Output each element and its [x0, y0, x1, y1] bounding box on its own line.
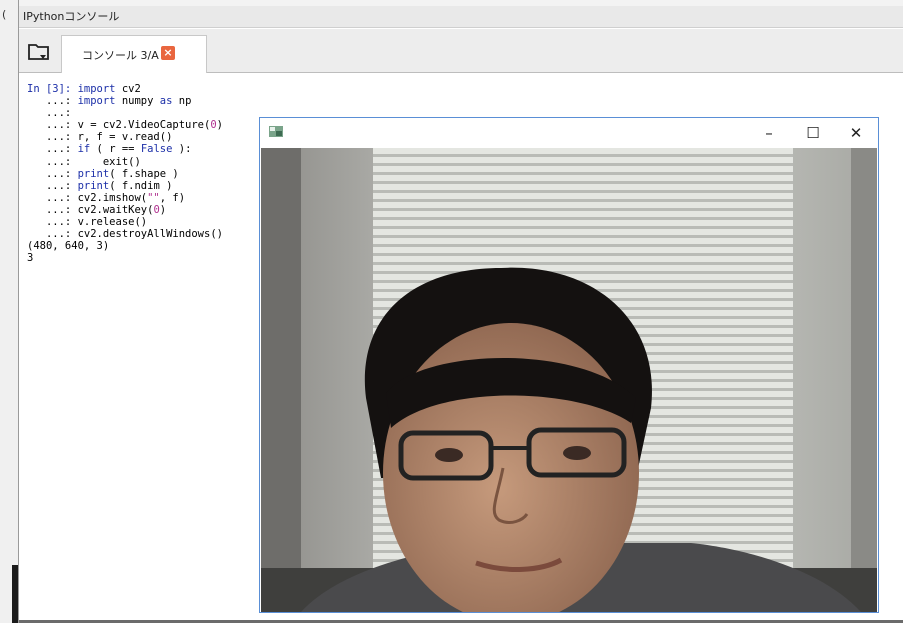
console-output[interactable]: In [3]: import cv2 ...: import numpy as …	[27, 83, 257, 264]
tab-console-3a[interactable]: コンソール 3/A ×	[61, 35, 207, 73]
console-line: In [3]: import cv2	[27, 83, 257, 95]
console-token: ( f.ndim )	[109, 179, 173, 192]
console-token: np	[172, 95, 192, 108]
console-token: numpy	[115, 95, 160, 108]
console-tab-bar: コンソール 3/A ×	[19, 29, 903, 73]
console-line: ...: cv2.waitKey(0)	[27, 204, 257, 216]
tab-label: コンソール 3/A	[82, 49, 159, 62]
console-token: False	[140, 143, 173, 156]
console-token: ""	[147, 191, 160, 204]
console-token: ...:	[27, 107, 72, 120]
console-token: ...:	[27, 179, 78, 192]
browse-folder-button[interactable]	[27, 41, 51, 63]
folder-icon	[28, 44, 49, 60]
console-line: ...: v = cv2.VideoCapture(0)	[27, 119, 257, 131]
opencv-image-window[interactable]: – ☐ ✕	[259, 117, 879, 613]
console-line: ...:	[27, 107, 257, 119]
console-token: ...: v.release()	[27, 216, 148, 229]
left-paren-text: (	[2, 8, 7, 21]
console-token: if	[77, 143, 91, 156]
console-line: ...: import numpy as np	[27, 95, 257, 107]
console-line: 3	[27, 252, 257, 264]
close-window-button[interactable]: ✕	[836, 118, 876, 148]
console-token: , f)	[159, 191, 186, 204]
pane-title: IPythonコンソール	[19, 6, 903, 28]
minimize-button[interactable]: –	[749, 118, 789, 148]
console-token: ...:	[27, 167, 78, 180]
console-token: ...:	[27, 95, 78, 108]
console-line: ...: cv2.imshow("", f)	[27, 192, 257, 204]
console-token: ...: cv2.destroyAllWindows()	[27, 228, 223, 241]
console-token: 3	[27, 252, 34, 265]
console-line: ...: print( f.shape )	[27, 168, 257, 180]
cv-window-titlebar[interactable]: – ☐ ✕	[260, 118, 878, 148]
console-line: ...: v.release()	[27, 216, 257, 228]
console-token: import	[77, 95, 116, 108]
console-token: (480, 640, 3)	[27, 240, 110, 253]
console-token: as	[159, 95, 173, 108]
console-token: ...: r, f = v.read()	[27, 131, 173, 144]
console-line: ...: cv2.destroyAllWindows()	[27, 228, 257, 240]
console-token: ):	[172, 143, 192, 156]
close-icon[interactable]: ×	[161, 46, 175, 60]
console-line: ...: print( f.ndim )	[27, 180, 257, 192]
console-token: ( r ==	[90, 143, 141, 156]
console-token: ...: exit()	[27, 155, 141, 168]
maximize-button[interactable]: ☐	[793, 118, 833, 148]
left-edge-strip: (	[0, 0, 18, 623]
console-line: ...: r, f = v.read()	[27, 131, 257, 143]
console-token: ...: cv2.imshow(	[27, 191, 148, 204]
webcam-frame-image	[261, 148, 877, 612]
console-token: In [3]:	[27, 83, 78, 95]
console-token: ...: cv2.waitKey(	[27, 203, 154, 216]
console-token: ...:	[27, 143, 78, 156]
console-line: ...: if ( r == False ):	[27, 143, 257, 155]
console-token: cv2	[115, 83, 141, 95]
console-token: )	[159, 203, 167, 216]
console-token: )	[216, 119, 223, 132]
console-line: (480, 640, 3)	[27, 240, 257, 252]
console-line: ...: exit()	[27, 156, 257, 168]
cv-window-icon	[269, 126, 283, 137]
console-token: import	[77, 83, 116, 95]
console-token: ( f.shape )	[109, 167, 179, 180]
console-token: ...: v = cv2.VideoCapture(	[27, 119, 211, 132]
console-token: print	[77, 179, 110, 192]
console-token: print	[77, 167, 110, 180]
